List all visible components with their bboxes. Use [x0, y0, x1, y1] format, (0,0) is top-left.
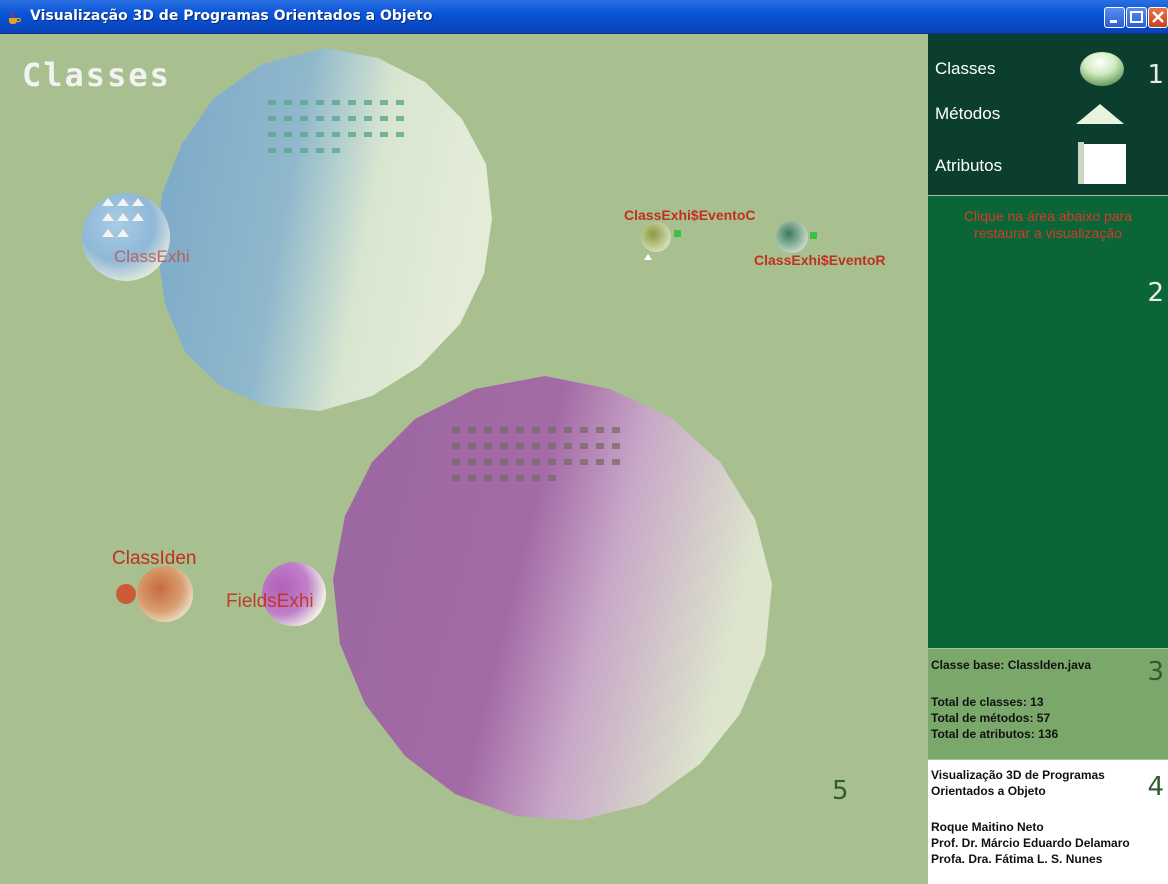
credits-title-line2: Orientados a Objeto — [931, 784, 1046, 798]
class-sphere-classiden-large[interactable] — [333, 376, 772, 820]
panel-number-2: 2 — [1147, 278, 1164, 308]
window-title-bar[interactable]: Visualização 3D de Programas Orientados … — [0, 0, 1168, 34]
panel-number-4: 4 — [1147, 772, 1164, 802]
square-icon — [1078, 142, 1126, 184]
legend-panel: Classes 1 Métodos Atributos — [928, 34, 1168, 195]
credits-author-2: Prof. Dr. Márcio Eduardo Delamaro — [931, 836, 1130, 850]
java-cup-icon — [9, 10, 22, 24]
class-scene[interactable]: ClassExhi ClassExhi$EventoC ClassExhi$Ev… — [0, 34, 928, 884]
stats-panel: Classe base: ClassIden.java 3 Total de c… — [928, 649, 1168, 759]
close-button[interactable] — [1148, 7, 1168, 28]
credits-author-3: Profa. Dra. Fátima L. S. Nunes — [931, 852, 1103, 866]
close-icon — [1152, 11, 1164, 23]
method-marker — [644, 254, 652, 260]
base-class: Classe base: ClassIden.java — [931, 658, 1092, 672]
canvas-title: Classes — [22, 56, 171, 94]
restore-instructions: Clique na área abaixo para restaurar a v… — [963, 208, 1133, 241]
credits-panel: Visualização 3D de Programas Orientados … — [928, 760, 1168, 884]
label-eventor: ClassExhi$EventoR — [754, 252, 886, 268]
credits-author-1: Roque Maitino Neto — [931, 820, 1044, 834]
class-sphere-eventoc[interactable] — [641, 222, 671, 252]
legend-label-metodos: Métodos — [935, 104, 1001, 123]
minimize-button[interactable] — [1104, 7, 1125, 28]
maximize-button[interactable] — [1126, 7, 1147, 28]
total-methods: Total de métodos: 57 — [931, 711, 1051, 725]
total-classes: Total de classes: 13 — [931, 695, 1044, 709]
window-title: Visualização 3D de Programas Orientados … — [30, 8, 433, 24]
label-fieldsexhi: FieldsExhi — [226, 591, 314, 612]
class-sphere-classiden[interactable] — [137, 566, 193, 622]
label-classiden: ClassIden — [112, 548, 197, 569]
label-eventoc: ClassExhi$EventoC — [624, 207, 756, 223]
label-classexhi: ClassExhi — [114, 247, 190, 266]
panel-number-1: 1 — [1147, 60, 1164, 90]
restore-view-panel[interactable]: Clique na área abaixo para restaurar a v… — [928, 196, 1168, 648]
total-attributes: Total de atributos: 136 — [931, 727, 1059, 741]
attribute-marker — [674, 230, 681, 237]
credits-title-line1: Visualização 3D de Programas — [931, 768, 1105, 782]
panel-number-5: 5 — [832, 776, 849, 806]
triangle-icon — [1076, 104, 1124, 124]
attribute-marker — [810, 232, 817, 239]
minimize-icon — [1110, 20, 1117, 23]
panel-number-3: 3 — [1147, 657, 1164, 687]
class-sphere-classexhi-large[interactable] — [157, 48, 492, 411]
legend-label-atributos: Atributos — [935, 156, 1003, 175]
class-sphere-eventor[interactable] — [776, 221, 808, 253]
class-sphere-classiden-tiny[interactable] — [116, 584, 136, 604]
legend-label-classes: Classes — [935, 59, 996, 78]
sphere-icon — [1080, 52, 1124, 86]
maximize-icon — [1130, 11, 1143, 23]
visualization-canvas[interactable]: ClassExhi ClassExhi$EventoC ClassExhi$Ev… — [0, 34, 928, 884]
